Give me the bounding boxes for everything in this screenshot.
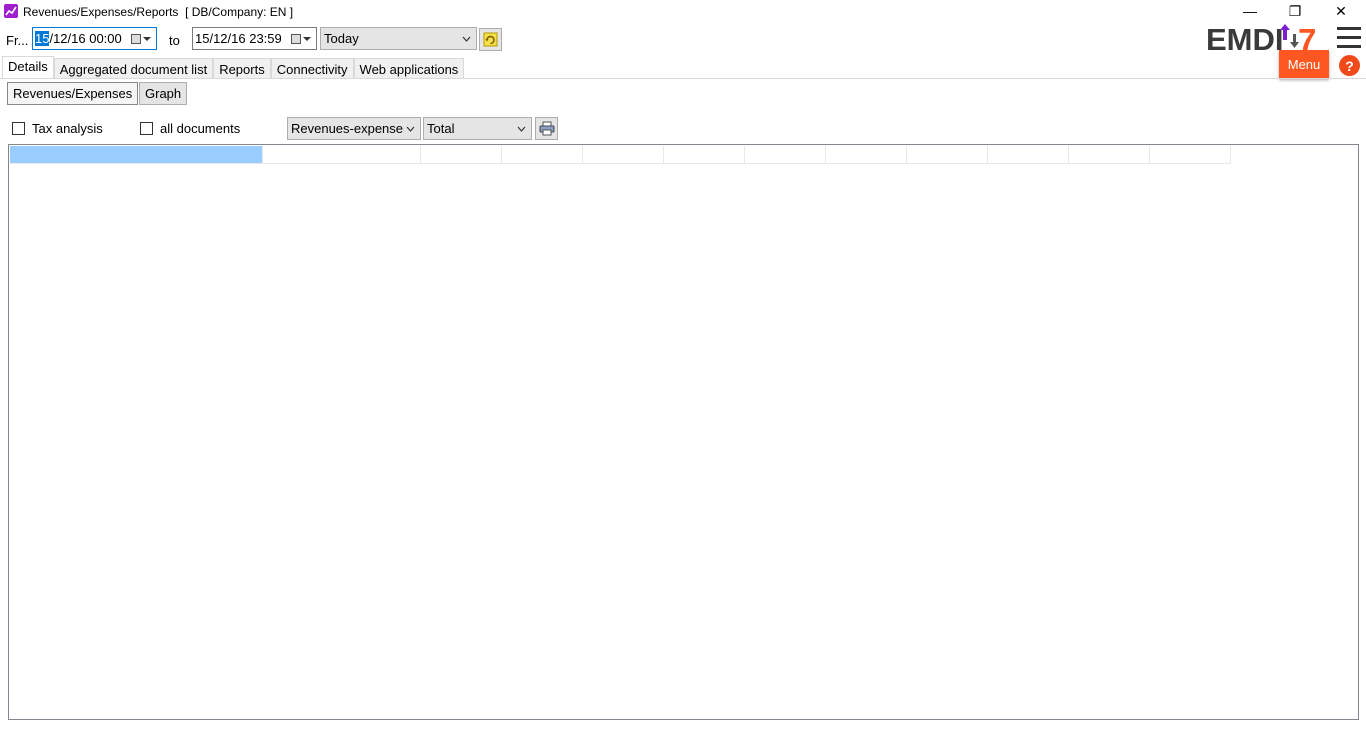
- print-button[interactable]: [535, 117, 558, 140]
- calendar-icon: [291, 34, 301, 44]
- grid-cell-selected[interactable]: [10, 146, 263, 164]
- printer-icon: [539, 121, 554, 136]
- report-type-select[interactable]: Revenues-expense: [287, 117, 421, 140]
- report-grid[interactable]: [8, 144, 1359, 720]
- tab-aggregated-document-list[interactable]: Aggregated document list: [53, 58, 214, 78]
- grid-cell[interactable]: [1069, 146, 1150, 164]
- menu-button[interactable]: Menu: [1279, 50, 1329, 78]
- calendar-icon: [131, 34, 141, 44]
- restore-button[interactable]: ❐: [1272, 0, 1318, 22]
- aggregate-select[interactable]: Total: [423, 117, 532, 140]
- chevron-down-icon: [143, 37, 151, 41]
- period-value: Today: [324, 31, 359, 46]
- subtab-revenues-expenses[interactable]: Revenues/Expenses: [7, 82, 139, 105]
- grid-cell[interactable]: [263, 146, 421, 164]
- from-date-selected-part: 15: [35, 31, 50, 46]
- calendar-dropdown[interactable]: [291, 32, 313, 46]
- from-date-picker[interactable]: 15/12/16 00:00: [32, 27, 157, 50]
- grid-cell[interactable]: [826, 146, 907, 164]
- close-button[interactable]: ✕: [1318, 0, 1364, 22]
- aggregate-value: Total: [427, 121, 455, 136]
- from-label: Fr...: [6, 33, 29, 48]
- grid-header-row: [10, 146, 1231, 164]
- tab-details[interactable]: Details: [2, 56, 54, 78]
- from-date-rest: /12/16 00:00: [49, 31, 122, 46]
- app-chart-icon: [4, 4, 18, 18]
- grid-cell[interactable]: [421, 146, 502, 164]
- help-icon[interactable]: ?: [1339, 55, 1360, 76]
- grid-cell[interactable]: [502, 146, 583, 164]
- grid-cell[interactable]: [988, 146, 1069, 164]
- hamburger-menu-icon[interactable]: [1337, 27, 1361, 49]
- refresh-button[interactable]: [479, 28, 502, 51]
- calendar-dropdown[interactable]: [131, 32, 153, 46]
- all-documents-label: all documents: [160, 121, 241, 136]
- to-label: to: [169, 33, 180, 48]
- chevron-down-icon: [406, 126, 415, 132]
- report-type-value: Revenues-expense: [291, 121, 404, 136]
- checkbox-box[interactable]: [140, 122, 153, 135]
- window-title: Revenues/Expenses/Reports [ DB/Company: …: [23, 5, 294, 19]
- refresh-icon: [483, 32, 498, 47]
- svg-text:EMDI: EMDI: [1206, 22, 1284, 56]
- grid-cell[interactable]: [745, 146, 826, 164]
- main-tab-strip: Details Aggregated document list Reports…: [2, 56, 465, 78]
- tab-reports[interactable]: Reports: [213, 58, 271, 78]
- grid-cell[interactable]: [907, 146, 988, 164]
- chevron-down-icon: [517, 126, 526, 132]
- grid-cell[interactable]: [664, 146, 745, 164]
- checkbox-box[interactable]: [12, 122, 25, 135]
- chevron-down-icon: [303, 37, 311, 41]
- tab-web-applications[interactable]: Web applications: [353, 58, 465, 78]
- tab-connectivity[interactable]: Connectivity: [270, 58, 354, 78]
- period-select[interactable]: Today: [320, 27, 477, 50]
- tax-analysis-label: Tax analysis: [32, 121, 103, 136]
- title-bar: Revenues/Expenses/Reports [ DB/Company: …: [0, 0, 1366, 24]
- grid-cell[interactable]: [583, 146, 664, 164]
- all-documents-checkbox[interactable]: all documents: [140, 121, 240, 136]
- grid-cell[interactable]: [1150, 146, 1231, 164]
- chevron-down-icon: [462, 36, 471, 42]
- minimize-button[interactable]: —: [1227, 0, 1273, 22]
- to-date-picker[interactable]: 15/12/16 23:59: [192, 27, 317, 50]
- tax-analysis-checkbox[interactable]: Tax analysis: [12, 121, 103, 136]
- to-date-value: 15/12/16 23:59: [195, 31, 282, 46]
- subtab-graph[interactable]: Graph: [139, 82, 188, 105]
